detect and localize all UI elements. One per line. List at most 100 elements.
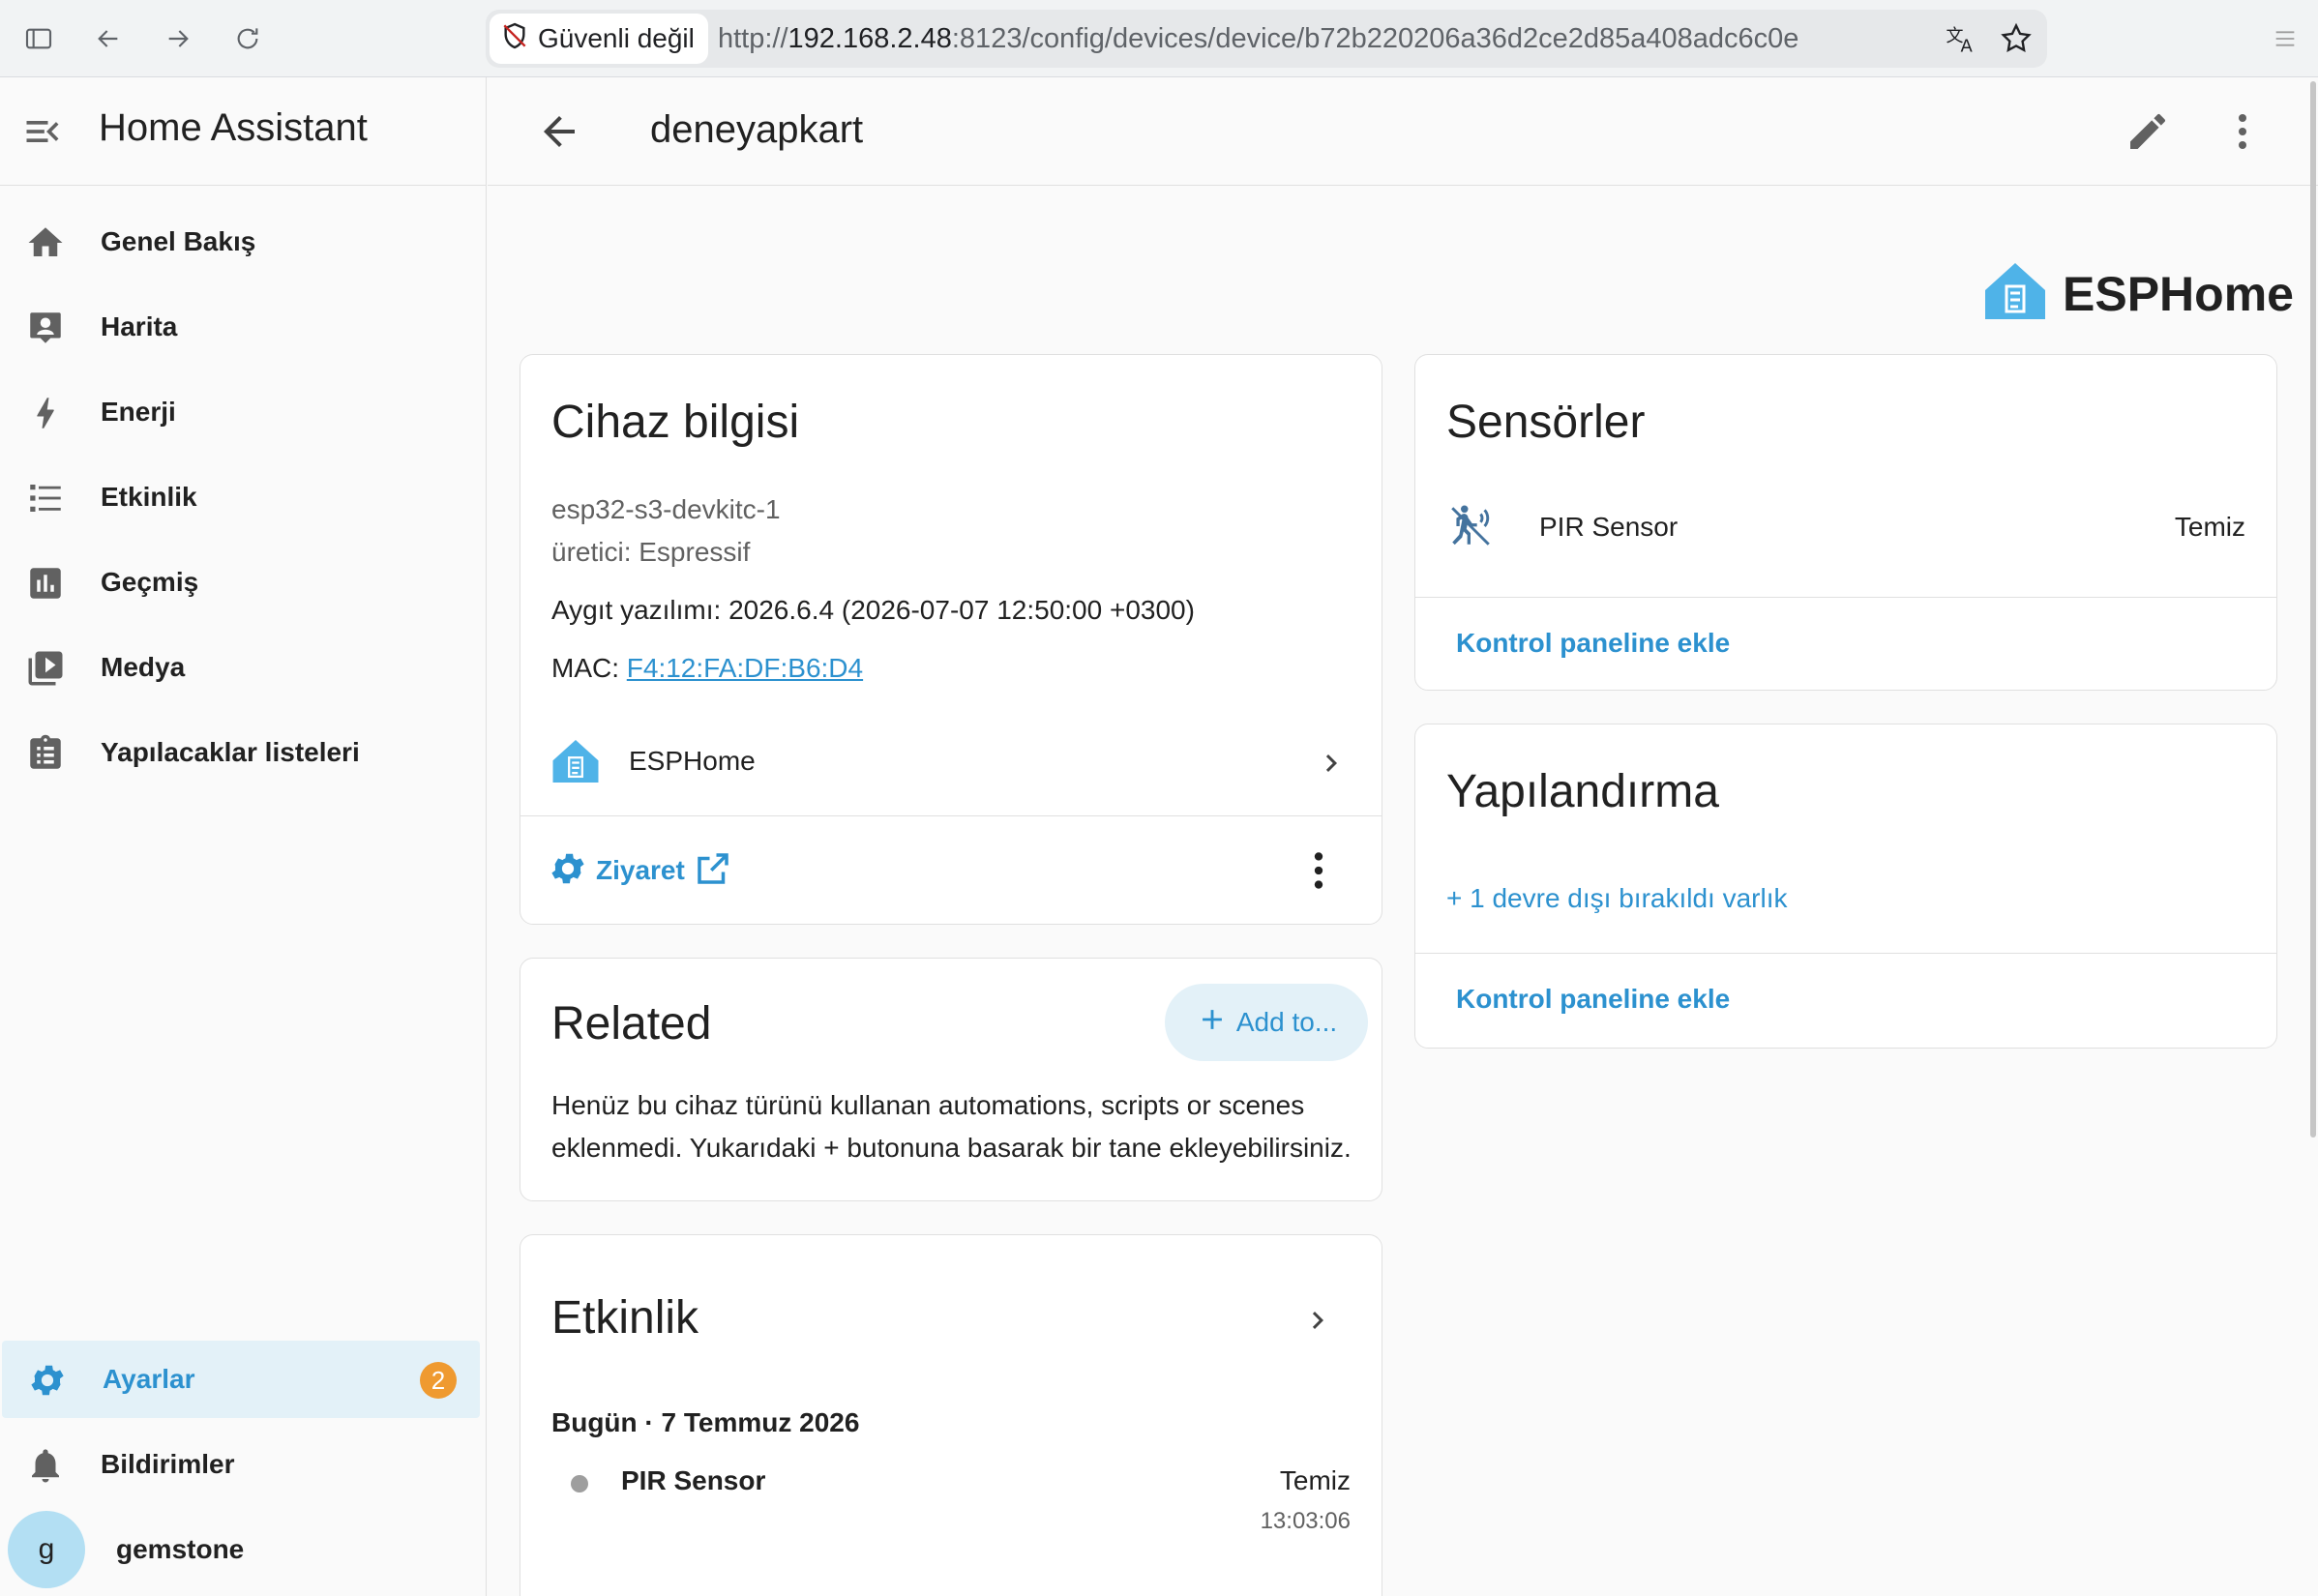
format-list-icon xyxy=(25,478,66,518)
translate-icon[interactable]: 文A xyxy=(1945,21,1979,57)
more-options-button[interactable] xyxy=(2219,108,2266,155)
notification-badge: 2 xyxy=(420,1362,457,1399)
sidebar-item-label: Yapılacaklar listeleri xyxy=(101,737,360,767)
activity-entry-state: Temiz xyxy=(1279,1465,1351,1495)
sensors-add-dashboard-button[interactable]: Kontrol paneline ekle xyxy=(1456,628,1730,659)
related-card: Related Add to... Henüz bu cihaz türünü … xyxy=(520,958,1382,1201)
integration-row[interactable]: ESPHome xyxy=(520,726,1382,804)
sidebar-item-map[interactable]: Harita xyxy=(0,288,486,366)
visit-button[interactable]: Ziyaret xyxy=(548,846,733,895)
page-title: deneyapkart xyxy=(650,108,864,151)
related-empty-text-line1: Henüz bu cihaz türünü kullanan automatio… xyxy=(551,1090,1305,1120)
bell-icon xyxy=(25,1445,66,1486)
activity-date: Bugün · 7 Temmuz 2026 xyxy=(551,1407,860,1437)
esphome-logo-icon xyxy=(551,738,600,784)
scrollbar-thumb[interactable] xyxy=(2310,81,2316,1138)
sensor-row-pir[interactable]: PIR Sensor Temiz xyxy=(1415,488,2276,566)
sidebar-item-todo[interactable]: Yapılacaklar listeleri xyxy=(0,714,486,791)
device-info-card: Cihaz bilgisi esp32-s3-devkitc-1 üretici… xyxy=(520,354,1382,925)
chevron-right-icon xyxy=(1314,746,1349,781)
gear-icon xyxy=(27,1360,68,1401)
integration-name: ESPHome xyxy=(629,746,756,776)
sidebar-toggle-icon[interactable] xyxy=(17,17,60,60)
sidebar-item-label: Bildirimler xyxy=(101,1449,235,1479)
sidebar-item-overview[interactable]: Genel Bakış xyxy=(0,203,486,281)
play-box-multiple-icon xyxy=(25,648,66,689)
svg-text:A: A xyxy=(1961,37,1974,57)
config-title: Yapılandırma xyxy=(1446,766,1719,817)
sidebar-item-label: Etkinlik xyxy=(101,482,197,512)
sidebar-item-media[interactable]: Medya xyxy=(0,629,486,706)
gear-icon xyxy=(548,848,588,894)
home-icon xyxy=(25,222,66,263)
page-header: deneyapkart xyxy=(488,77,2318,186)
activity-card: Etkinlik Bugün · 7 Temmuz 2026 PIR Senso… xyxy=(520,1234,1382,1596)
esphome-logo-icon xyxy=(1983,261,2047,326)
sidebar-item-label: Harita xyxy=(101,311,178,341)
sidebar-item-energy[interactable]: Enerji xyxy=(0,373,486,451)
chevron-right-icon[interactable] xyxy=(1300,1303,1335,1338)
edit-button[interactable] xyxy=(2125,108,2171,155)
forward-arrow-icon[interactable] xyxy=(157,17,199,60)
lightning-bolt-icon xyxy=(25,393,66,433)
config-card: Yapılandırma + 1 devre dışı bırakıldı va… xyxy=(1414,724,2277,1049)
back-button[interactable] xyxy=(536,108,582,155)
sidebar-item-settings[interactable]: Ayarlar 2 xyxy=(2,1341,480,1418)
integration-brand: ESPHome xyxy=(1983,261,2294,326)
add-to-label: Add to... xyxy=(1235,1007,1338,1037)
disabled-entities-link[interactable]: + 1 devre dışı bırakıldı varlık xyxy=(1446,883,1788,914)
browser-toolbar: Güvenli değil http://192.168.2.48:8123/c… xyxy=(0,0,2318,77)
sidebar-header: Home Assistant xyxy=(0,77,486,186)
not-secure-shield-icon xyxy=(499,20,530,58)
visit-label: Ziyaret xyxy=(596,855,685,885)
sensors-title: Sensörler xyxy=(1446,397,1646,448)
device-manufacturer: üretici: Espressif xyxy=(551,537,751,567)
url-path: :8123/config/devices/device/b72b220206a3… xyxy=(951,23,1799,54)
divider xyxy=(520,815,1382,816)
url-host: 192.168.2.48 xyxy=(788,23,952,54)
sidebar-title: Home Assistant xyxy=(99,106,368,149)
activity-dot xyxy=(571,1475,588,1493)
clipboard-list-icon xyxy=(25,733,66,774)
activity-entry-name[interactable]: PIR Sensor xyxy=(621,1465,765,1496)
reload-icon[interactable] xyxy=(226,17,269,60)
sensor-name: PIR Sensor xyxy=(1539,512,1679,542)
back-arrow-icon[interactable] xyxy=(87,17,130,60)
url-scheme: http:// xyxy=(718,23,788,54)
security-chip[interactable]: Güvenli değil xyxy=(490,14,708,64)
sidebar-item-profile[interactable]: g gemstone xyxy=(0,1511,486,1588)
sidebar-item-history[interactable]: Geçmiş xyxy=(0,544,486,621)
sensor-state: Temiz xyxy=(2174,512,2245,542)
add-to-button[interactable]: Add to... xyxy=(1165,984,1368,1061)
sidebar-item-label: Genel Bakış xyxy=(101,226,256,256)
activity-title: Etkinlik xyxy=(551,1292,699,1344)
device-info-title: Cihaz bilgisi xyxy=(551,397,800,448)
device-overflow-button[interactable] xyxy=(1294,846,1343,895)
url-text[interactable]: http://192.168.2.48:8123/config/devices/… xyxy=(718,10,1798,68)
plus-icon xyxy=(1196,1003,1229,1043)
open-in-new-icon xyxy=(693,848,733,894)
menu-collapse-icon[interactable] xyxy=(21,110,64,153)
sidebar-item-label: Medya xyxy=(101,652,186,682)
brand-name: ESPHome xyxy=(2063,266,2294,321)
device-mac: MAC: F4:12:FA:DF:B6:D4 xyxy=(551,653,863,684)
avatar: g xyxy=(8,1511,85,1588)
sensors-card: Sensörler PIR Sensor Temiz Kontrol panel… xyxy=(1414,354,2277,691)
config-add-dashboard-button[interactable]: Kontrol paneline ekle xyxy=(1456,984,1730,1015)
bookmark-star-icon[interactable] xyxy=(1999,21,2034,56)
sidebar-item-notifications[interactable]: Bildirimler xyxy=(0,1426,486,1503)
sidebar-item-label: Ayarlar xyxy=(103,1364,195,1394)
mac-link[interactable]: F4:12:FA:DF:B6:D4 xyxy=(627,653,863,683)
sidebar-item-label: Enerji xyxy=(101,397,176,427)
activity-entry-time: 13:03:06 xyxy=(1260,1508,1351,1534)
divider xyxy=(1415,953,2276,954)
device-firmware: Aygıt yazılımı: 2026.6.4 (2026-07-07 12:… xyxy=(551,595,1195,625)
device-model: esp32-s3-devkitc-1 xyxy=(551,494,781,524)
sidebar-item-label: Geçmiş xyxy=(101,567,199,597)
address-bar[interactable]: Güvenli değil http://192.168.2.48:8123/c… xyxy=(486,10,2047,68)
sidebar-item-logbook[interactable]: Etkinlik xyxy=(0,458,486,536)
security-label: Güvenli değil xyxy=(538,23,695,53)
mac-label: MAC: xyxy=(551,653,627,683)
related-title: Related xyxy=(551,998,712,1049)
browser-menu-icon[interactable] xyxy=(2264,17,2306,60)
